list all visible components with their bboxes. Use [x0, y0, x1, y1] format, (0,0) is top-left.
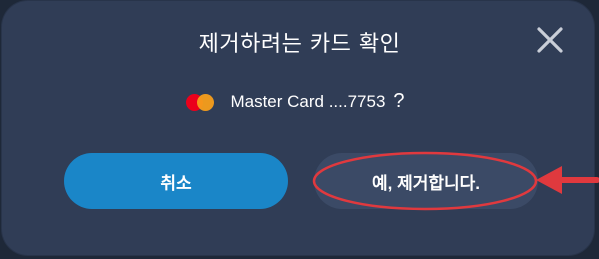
confirm-remove-button[interactable]: 예, 제거합니다. — [314, 153, 538, 209]
card-label: Master Card ....7753 — [230, 91, 386, 111]
question-mark: ? — [393, 90, 405, 112]
card-info: Master Card ....7753 ? — [0, 90, 599, 113]
close-button[interactable] — [535, 25, 565, 55]
mastercard-logo-icon — [186, 92, 218, 112]
close-icon — [537, 27, 563, 53]
cancel-button[interactable]: 취소 — [64, 153, 288, 209]
dialog-title: 제거하려는 카드 확인 — [198, 32, 401, 57]
